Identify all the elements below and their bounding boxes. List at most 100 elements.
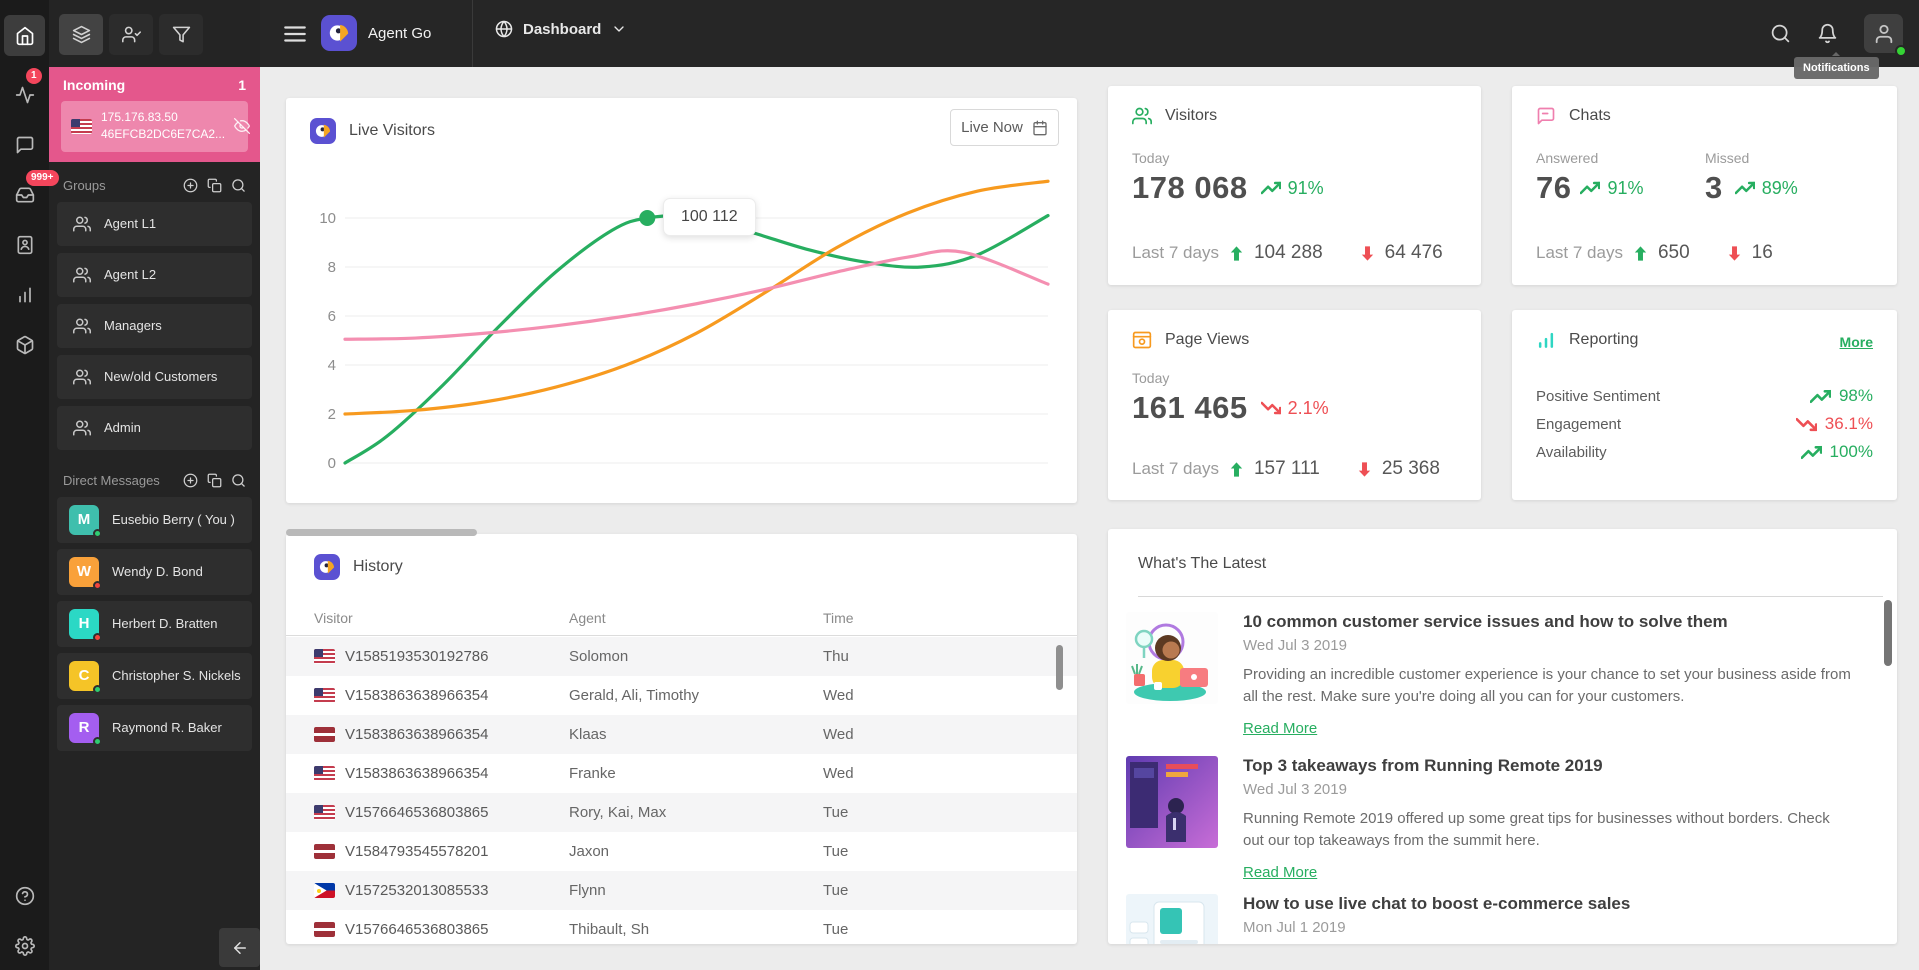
table-divider <box>286 635 1077 636</box>
sidebar-group-managers[interactable]: Managers <box>57 303 252 348</box>
svg-text:0: 0 <box>328 455 336 472</box>
svg-text:6: 6 <box>328 308 336 325</box>
avatar: M <box>69 504 102 538</box>
article-title[interactable]: How to use live chat to boost e-commerce… <box>1243 894 1852 914</box>
add-dm-icon[interactable] <box>183 473 198 488</box>
history-table-body: V1585193530192786 Solomon Thu V15838636389… <box>286 637 1077 944</box>
horizontal-scrollbar[interactable] <box>286 529 477 536</box>
table-row[interactable]: V1583863638966354 Franke Wed <box>286 754 1077 793</box>
dm-item[interactable]: W Wendy D. Bond <box>57 548 252 595</box>
filter-funnel-button[interactable] <box>159 14 203 55</box>
table-row[interactable]: V1576646536803865 Thibault, Sh Tue <box>286 910 1077 944</box>
copy-icon[interactable] <box>207 178 222 193</box>
incoming-visitor-id: 46EFCB2DC6E7CA2... <box>101 127 226 142</box>
sidebar-group-agent-l2[interactable]: Agent L2 <box>57 252 252 297</box>
notifications-tooltip: Notifications <box>1794 52 1879 79</box>
package-icon <box>15 335 35 355</box>
dm-item[interactable]: M Eusebio Berry ( You ) <box>57 496 252 543</box>
country-flag-icon <box>71 118 92 134</box>
table-row[interactable]: V1585193530192786 Solomon Thu <box>286 637 1077 676</box>
dm-name: Raymond R. Baker <box>112 720 222 736</box>
menu-button[interactable] <box>282 21 308 47</box>
reporting-row-value: 98% <box>1838 386 1873 405</box>
trend-up-icon <box>1261 178 1281 198</box>
reporting-row-label: Positive Sentiment <box>1536 387 1661 405</box>
rail-chats-button[interactable] <box>4 124 45 165</box>
read-more-link[interactable]: Read More <box>1243 720 1317 737</box>
trend-down-icon <box>1796 414 1817 435</box>
live-visitors-title: Live Visitors <box>349 122 435 139</box>
dm-item[interactable]: H Herbert D. Bratten <box>57 600 252 647</box>
incoming-visitor-item[interactable]: 175.176.83.50 46EFCB2DC6E7CA2... <box>61 101 251 152</box>
reporting-row-value: 36.1% <box>1824 414 1873 433</box>
group-users-icon <box>73 317 91 335</box>
reporting-card: Reporting More Positive Sentiment 98% En… <box>1512 310 1897 500</box>
search-icon[interactable] <box>231 473 246 488</box>
country-flag-icon <box>314 883 335 898</box>
chats-up-value: 650 <box>1657 242 1690 263</box>
sidebar-group-agent-l1[interactable]: Agent L1 <box>57 201 252 246</box>
reporting-row-value: 100% <box>1829 442 1873 461</box>
table-row[interactable]: V1583863638966354 Gerald, Ali, Timothy Wed <box>286 676 1077 715</box>
table-row[interactable]: V1576646536803865 Rory, Kai, Max Tue <box>286 793 1077 832</box>
app-rail: 1 999+ <box>0 0 59 970</box>
group-label: Managers <box>104 318 162 334</box>
rail-contacts-button[interactable] <box>4 224 45 265</box>
visitors-down-value: 64 476 <box>1384 242 1443 263</box>
article-date: Wed Jul 3 2019 <box>1243 781 1347 798</box>
reporting-row-label: Engagement <box>1536 415 1622 433</box>
rail-integrations-button[interactable] <box>4 324 45 365</box>
table-scrollbar[interactable] <box>1056 645 1063 690</box>
dm-name: Wendy D. Bond <box>112 564 203 580</box>
rail-settings-button[interactable] <box>4 925 45 966</box>
visitors-up-value: 104 288 <box>1253 242 1323 263</box>
dm-item[interactable]: C Christopher S. Nickels <box>57 652 252 699</box>
search-icon[interactable] <box>1770 23 1791 44</box>
inbox-badge: 999+ <box>26 170 59 186</box>
svg-text:10: 10 <box>319 210 336 227</box>
user-avatar-button[interactable] <box>1864 14 1907 57</box>
reporting-more-link[interactable]: More <box>1840 334 1873 350</box>
copy-icon[interactable] <box>207 473 222 488</box>
sidebar-collapse-button[interactable] <box>219 928 260 967</box>
status-dot <box>93 528 102 538</box>
sidebar-group-admin[interactable]: Admin <box>57 405 252 450</box>
help-icon <box>15 886 35 906</box>
eye-off-icon[interactable] <box>234 118 251 135</box>
search-icon[interactable] <box>231 178 246 193</box>
nav-current-label: Dashboard <box>523 20 602 38</box>
dashboard-nav-selector[interactable]: Dashboard <box>495 20 627 38</box>
rail-home-button[interactable] <box>4 15 45 56</box>
reporting-row: Availability 100% <box>1536 438 1873 466</box>
latest-scrollbar[interactable] <box>1884 600 1892 666</box>
add-group-icon[interactable] <box>183 178 198 193</box>
article-thumbnail <box>1126 612 1218 704</box>
visitors-today-value: 178 068 <box>1132 170 1248 205</box>
trend-down-icon <box>1261 398 1281 418</box>
assigned-agents-button[interactable] <box>109 14 153 55</box>
arrow-up-icon <box>1228 461 1245 478</box>
rail-reports-button[interactable] <box>4 274 45 315</box>
activity-icon <box>15 85 35 105</box>
article-title[interactable]: Top 3 takeaways from Running Remote 2019 <box>1243 756 1852 776</box>
bell-icon[interactable] <box>1817 23 1838 44</box>
trend-up-icon <box>1580 178 1600 198</box>
status-dot <box>93 736 102 746</box>
chats-missed-trend: 89% <box>1761 177 1798 198</box>
visitors-trend: 91% <box>1287 177 1324 198</box>
dm-item[interactable]: R Raymond R. Baker <box>57 704 252 751</box>
direct-messages-title: Direct Messages <box>63 472 160 488</box>
article-title[interactable]: 10 common customer service issues and ho… <box>1243 612 1852 632</box>
chats-icon <box>1536 106 1556 126</box>
chats-missed-value: 3 <box>1705 170 1723 205</box>
table-row[interactable]: V1584793545578201 Jaxon Tue <box>286 832 1077 871</box>
rail-help-button[interactable] <box>4 875 45 916</box>
avatar: R <box>69 712 102 746</box>
table-row[interactable]: V1572532013085533 Flynn Tue <box>286 871 1077 910</box>
read-more-link[interactable]: Read More <box>1243 864 1317 881</box>
table-row[interactable]: V1583863638966354 Klaas Wed <box>286 715 1077 754</box>
live-now-button[interactable]: Live Now <box>950 109 1059 146</box>
sidebar-group-new-old-customers[interactable]: New/old Customers <box>57 354 252 399</box>
filter-layers-button[interactable] <box>59 14 103 55</box>
groups-title: Groups <box>63 177 106 193</box>
